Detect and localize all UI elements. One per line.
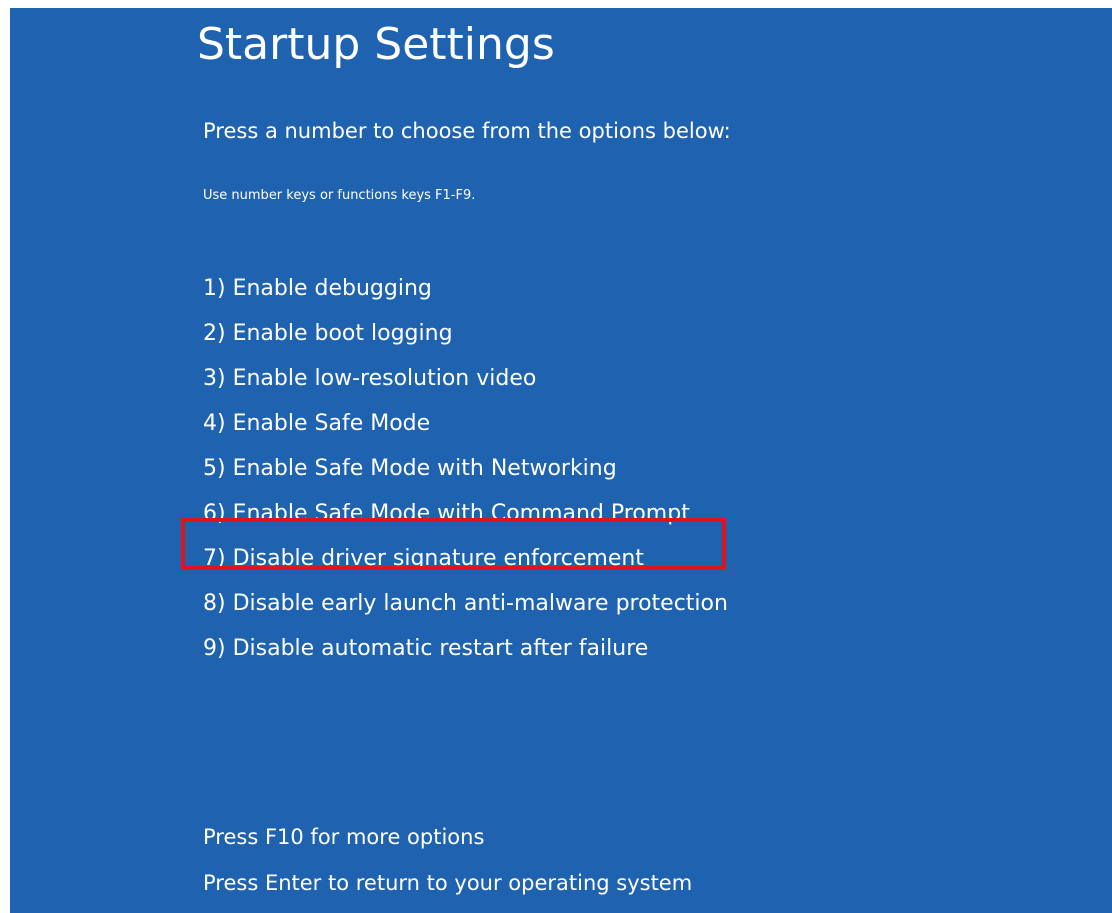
option-enable-debugging[interactable]: 1) Enable debugging [203, 266, 728, 311]
option-disable-driver-signature-enforcement[interactable]: 7) Disable driver signature enforcement [203, 536, 728, 581]
more-options-hint[interactable]: Press F10 for more options [203, 814, 692, 860]
option-enable-safe-mode-command-prompt[interactable]: 6) Enable Safe Mode with Command Prompt [203, 491, 728, 536]
instruction-prompt: Press a number to choose from the option… [203, 119, 731, 143]
option-enable-boot-logging[interactable]: 2) Enable boot logging [203, 311, 728, 356]
return-to-os-hint[interactable]: Press Enter to return to your operating … [203, 860, 692, 906]
option-disable-early-launch-anti-malware[interactable]: 8) Disable early launch anti-malware pro… [203, 581, 728, 626]
option-disable-automatic-restart[interactable]: 9) Disable automatic restart after failu… [203, 626, 728, 671]
option-enable-low-resolution-video[interactable]: 3) Enable low-resolution video [203, 356, 728, 401]
option-enable-safe-mode[interactable]: 4) Enable Safe Mode [203, 401, 728, 446]
instruction-hint: Use number keys or functions keys F1-F9. [203, 188, 476, 203]
footer-instructions: Press F10 for more options Press Enter t… [203, 814, 692, 906]
startup-settings-screen: Startup Settings Press a number to choos… [10, 8, 1112, 913]
startup-options-list: 1) Enable debugging 2) Enable boot loggi… [203, 266, 728, 671]
option-enable-safe-mode-networking[interactable]: 5) Enable Safe Mode with Networking [203, 446, 728, 491]
page-title: Startup Settings [197, 19, 555, 70]
